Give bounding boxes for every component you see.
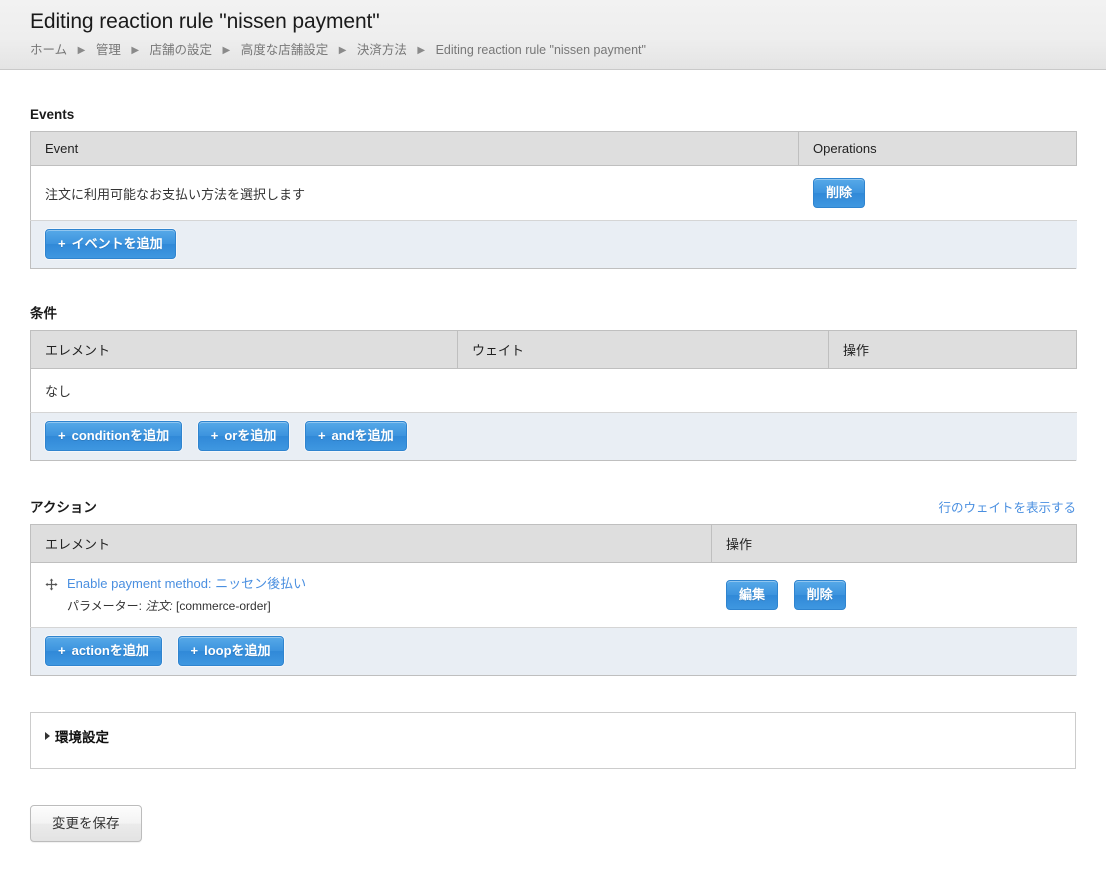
add-event-label: イベントを追加 [72,236,163,251]
plus-icon: + [318,428,326,443]
breadcrumb-item-admin[interactable]: 管理 [96,43,121,57]
plus-icon: + [58,643,66,658]
plus-icon: + [58,236,66,251]
add-event-button[interactable]: + イベントを追加 [45,229,176,259]
conditions-section-header: 条件 [30,305,1076,323]
breadcrumb-separator-icon: ▶ [223,43,231,59]
breadcrumb-item-payment-methods[interactable]: 決済方法 [357,43,407,57]
table-row: Enable payment method: ニッセン後払い パラメーター: 注… [31,563,1077,628]
conditions-title: 条件 [30,305,57,323]
page-header: Editing reaction rule "nissen payment" ホ… [0,0,1106,70]
action-parameters-label: パラメーター: [67,599,142,613]
action-parameter-name: 注文: [145,599,172,613]
save-changes-button[interactable]: 変更を保存 [30,805,142,842]
breadcrumb-item-current: Editing reaction rule "nissen payment" [436,43,646,57]
events-col-event: Event [31,132,799,166]
action-operations-cell: 編集 削除 [712,563,1077,628]
actions-add-cell: + actionを追加 + loopを追加 [31,628,1077,676]
delete-action-button[interactable]: 削除 [794,580,846,610]
breadcrumb-item-advanced-store-settings[interactable]: 高度な店舗設定 [241,43,329,57]
breadcrumb-item-home[interactable]: ホーム [30,43,67,57]
add-or-label: orを追加 [224,428,276,443]
actions-header-row: エレメント 操作 [31,525,1077,563]
delete-event-button[interactable]: 削除 [813,178,865,208]
add-action-button[interactable]: + actionを追加 [45,636,162,666]
conditions-col-operations: 操作 [829,331,1077,369]
actions-section-header: アクション 行のウェイトを表示する [30,497,1076,517]
move-cross-icon[interactable] [45,578,58,591]
breadcrumb-separator-icon: ▶ [131,43,139,59]
conditions-col-weight: ウェイト [458,331,829,369]
breadcrumb-separator-icon: ▶ [78,43,86,59]
event-description: 注文に利用可能なお支払い方法を選択します [31,166,799,221]
breadcrumb-item-store-settings[interactable]: 店舗の設定 [150,43,213,57]
events-add-row: + イベントを追加 [31,221,1077,269]
show-row-weights-link[interactable]: 行のウェイトを表示する [938,497,1076,516]
event-operations-cell: 削除 [799,166,1077,221]
actions-title: アクション [30,499,97,517]
add-action-label: actionを追加 [72,643,149,658]
add-and-label: andを追加 [332,428,394,443]
conditions-section: 条件 エレメント ウェイト 操作 なし + conditionを追加 + orを追加 [30,305,1076,461]
events-section-header: Events [30,106,1076,124]
plus-icon: + [211,428,219,443]
table-row: 注文に利用可能なお支払い方法を選択します 削除 [31,166,1077,221]
environment-settings-label: 環境設定 [55,726,109,746]
environment-settings-box: 環境設定 [30,712,1076,769]
action-parameter-value: [commerce-order] [176,599,271,613]
breadcrumb-separator-icon: ▶ [417,43,425,59]
action-parameters: パラメーター: 注文: [commerce-order] [67,597,697,615]
chevron-right-icon [45,732,50,740]
breadcrumb: ホーム ▶ 管理 ▶ 店舗の設定 ▶ 高度な店舗設定 ▶ 決済方法 ▶ Edit… [30,42,1106,60]
conditions-header-row: エレメント ウェイト 操作 [31,331,1077,369]
actions-col-element: エレメント [31,525,712,563]
conditions-empty-text: なし [31,369,1077,413]
environment-settings-toggle[interactable]: 環境設定 [45,726,1061,746]
add-loop-button[interactable]: + loopを追加 [178,636,284,666]
add-and-button[interactable]: + andを追加 [305,421,407,451]
breadcrumb-separator-icon: ▶ [339,43,347,59]
add-condition-label: conditionを追加 [72,428,170,443]
action-element-cell: Enable payment method: ニッセン後払い パラメーター: 注… [31,563,712,628]
conditions-col-element: エレメント [31,331,458,369]
events-col-operations: Operations [799,132,1077,166]
form-actions: 変更を保存 [30,805,1076,842]
actions-col-operations: 操作 [712,525,1077,563]
main-content: Events Event Operations 注文に利用可能なお支払い方法を選… [0,70,1106,842]
actions-add-row: + actionを追加 + loopを追加 [31,628,1077,676]
events-add-cell: + イベントを追加 [31,221,1077,269]
actions-table: エレメント 操作 E [30,524,1077,676]
conditions-add-cell: + conditionを追加 + orを追加 + andを追加 [31,413,1077,461]
add-condition-button[interactable]: + conditionを追加 [45,421,182,451]
plus-icon: + [58,428,66,443]
table-row: なし [31,369,1077,413]
conditions-add-row: + conditionを追加 + orを追加 + andを追加 [31,413,1077,461]
add-or-button[interactable]: + orを追加 [198,421,290,451]
page-title: Editing reaction rule "nissen payment" [30,8,1106,36]
events-title: Events [30,106,74,124]
events-section: Events Event Operations 注文に利用可能なお支払い方法を選… [30,106,1076,269]
action-link[interactable]: Enable payment method: ニッセン後払い [67,575,306,593]
events-table: Event Operations 注文に利用可能なお支払い方法を選択します 削除… [30,131,1077,269]
actions-section: アクション 行のウェイトを表示する エレメント 操作 [30,497,1076,676]
conditions-table: エレメント ウェイト 操作 なし + conditionを追加 + orを追加 + a… [30,330,1077,461]
add-loop-label: loopを追加 [204,643,270,658]
edit-action-button[interactable]: 編集 [726,580,778,610]
events-header-row: Event Operations [31,132,1077,166]
plus-icon: + [191,643,199,658]
